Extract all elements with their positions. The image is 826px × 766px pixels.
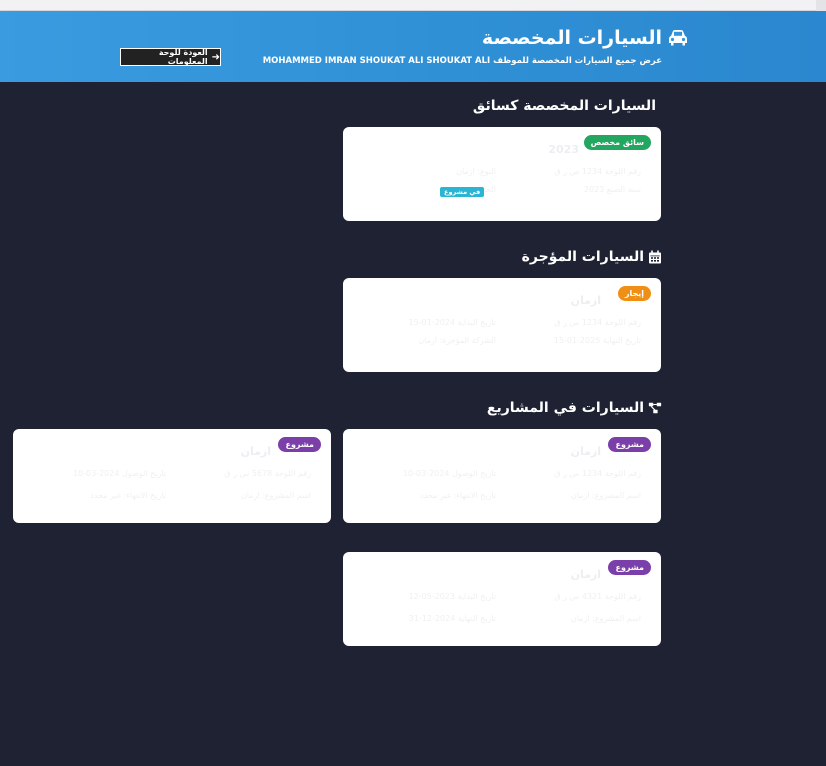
back-button-label: العودة للوحة المعلومات [158, 48, 208, 66]
car-detail: رقم اللوحة 1234 س ر ق [554, 167, 641, 176]
page-header: السيارات المخصصة عرض جميع السيارات المخص… [0, 11, 826, 82]
car-detail: اسم المشروع: ازمان [570, 614, 641, 623]
status-badge: سائق مخصص [583, 135, 651, 150]
car-detail: تاريخ الوصول 2024-03-10 [402, 469, 496, 478]
car-name: ازمان [570, 445, 601, 458]
driver-car-card[interactable]: سائق مخصص 2023 رقم اللوحة 1234 س ر ق الن… [343, 127, 661, 221]
status-badge: مشروع [608, 560, 651, 575]
section-title-projects: السيارات في المشاريع [487, 400, 662, 416]
car-detail: رقم اللوحة 4321 س ر ق [554, 592, 641, 601]
section-title-driver: السيارات المخصصة كسائق [472, 98, 656, 114]
back-to-dashboard-button[interactable]: ➜ العودة للوحة المعلومات [120, 48, 221, 66]
car-name: 2023 [548, 143, 579, 156]
car-detail: تاريخ الوصول 2024-03-10 [72, 469, 166, 478]
car-detail: تاريخ البداية 2024-01-15 [408, 318, 496, 327]
car-name: ازمان [570, 294, 601, 307]
car-detail: الشركة المؤجرة: ازمان [418, 336, 496, 345]
scrollbar[interactable] [816, 0, 826, 11]
car-detail: النوع: ازمان [456, 167, 496, 176]
browser-toolbar [0, 0, 826, 11]
section-title-rented: السيارات المؤجرة [522, 249, 662, 265]
car-name: ازمان [570, 568, 601, 581]
car-detail: رقم اللوحة 5678 س ر ق [224, 469, 311, 478]
car-detail: تاريخ البداية 2023-05-12 [408, 592, 496, 601]
in-project-badge: في مشروع [440, 187, 485, 197]
status-badge: مشروع [278, 437, 321, 452]
project-car-card[interactable]: مشروع ازمان رقم اللوحة 5678 س ر ق تاريخ … [13, 429, 331, 523]
car-detail: رقم اللوحة 1234 س ر ق [554, 318, 641, 327]
project-diagram-icon [648, 402, 662, 414]
car-name: ازمان [240, 445, 271, 458]
car-detail: اسم المشروع: ازمان [240, 491, 311, 500]
calendar-icon [649, 250, 661, 264]
project-car-card[interactable]: مشروع ازمان رقم اللوحة 4321 س ر ق تاريخ … [343, 552, 661, 646]
car-detail: تاريخ النهاية 2025-01-15 [553, 336, 641, 345]
arrow-right-icon: ➜ [211, 51, 220, 63]
rented-car-card[interactable]: إيجار ازمان رقم اللوحة 1234 س ر ق تاريخ … [343, 278, 661, 372]
status-badge: مشروع [608, 437, 651, 452]
car-detail: تاريخ الانتهاء: غير محدد [90, 491, 166, 500]
car-detail: سنة الصنع 2023 [583, 185, 641, 194]
car-icon [669, 30, 687, 46]
project-car-card[interactable]: مشروع ازمان رقم اللوحة 1234 س ر ق تاريخ … [343, 429, 661, 523]
page-subtitle: عرض جميع السيارات المخصصة للموظف MOHAMME… [262, 56, 662, 66]
status-badge: إيجار [617, 286, 651, 301]
car-detail: تاريخ الانتهاء: غير محدد [420, 491, 496, 500]
car-detail: رقم اللوحة 1234 س ر ق [554, 469, 641, 478]
car-detail: تاريخ النهاية 2024-12-31 [408, 614, 496, 623]
car-detail: اسم المشروع: ازمان [570, 491, 641, 500]
page-title: السيارات المخصصة [481, 27, 662, 49]
